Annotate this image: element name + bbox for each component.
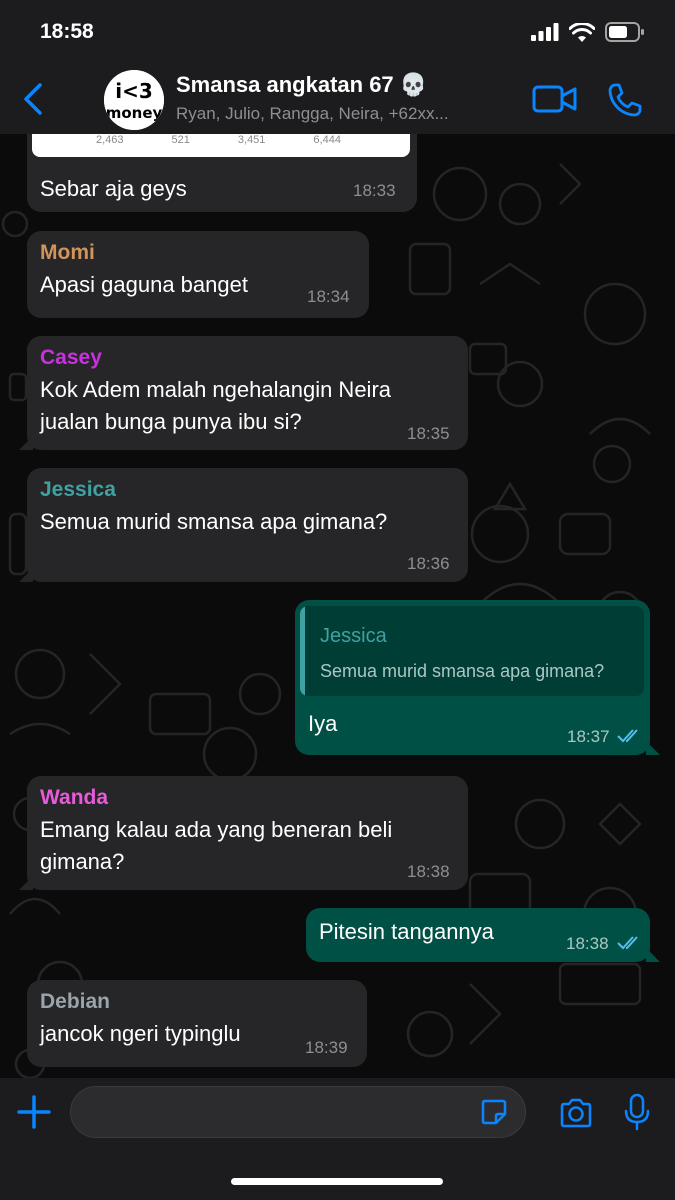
camera-icon[interactable] (559, 1098, 593, 1128)
group-members[interactable]: Ryan, Julio, Rangga, Neira, +62xx... (176, 104, 511, 124)
message-time: 18:34 (307, 287, 350, 306)
message-bubble[interactable]: Debian jancok ngeri typinglu 18:39 (27, 980, 367, 1067)
preview-stat: 6,444 (313, 134, 341, 146)
quoted-message[interactable]: Jessica Semua murid smansa apa gimana? (300, 606, 644, 696)
home-indicator[interactable] (231, 1178, 443, 1185)
sender-name: Wanda (40, 786, 109, 809)
group-title[interactable]: Smansa angkatan 67 💀 (176, 72, 427, 98)
video-call-icon[interactable] (532, 84, 578, 114)
chat-area[interactable]: 2,463 521 3,451 6,444 Sebar aja geys 18:… (0, 134, 675, 1078)
message-time: 18:38 (407, 862, 450, 881)
message-bubble-outgoing[interactable]: Jessica Semua murid smansa apa gimana? I… (295, 600, 660, 755)
message-text-line: Emang kalau ada yang beneran beli (40, 817, 393, 842)
avatar-text-top: i<3 (115, 79, 153, 103)
preview-stat: 521 (171, 134, 190, 146)
message-time: 18:38 (566, 934, 609, 953)
message-text: Sebar aja geys (40, 176, 187, 201)
group-avatar[interactable]: i<3 money (104, 70, 164, 130)
message-bubble[interactable]: 2,463 521 3,451 6,444 Sebar aja geys 18:… (27, 134, 417, 212)
battery-icon (605, 22, 644, 42)
sender-name: Debian (40, 990, 111, 1013)
message-text-line: jualan bunga punya ibu si? (40, 409, 302, 434)
read-receipt-icon (617, 936, 638, 950)
message-input-bar (0, 1078, 675, 1200)
message-bubble[interactable]: Momi Apasi gaguna banget 18:34 (27, 231, 369, 318)
message-bubble[interactable]: Casey Kok Adem malah ngehalangin Neira j… (19, 336, 468, 450)
read-receipt-icon (617, 729, 638, 743)
message-bubble-outgoing[interactable]: Pitesin tangannya 18:38 (306, 908, 660, 962)
quoted-sender: Jessica (320, 625, 387, 647)
message-text: Apasi gaguna banget (40, 272, 248, 297)
sender-name: Jessica (40, 478, 116, 501)
sender-name: Casey (40, 346, 102, 369)
chat-header: i<3 money Smansa angkatan 67 💀 Ryan, Jul… (0, 62, 675, 135)
phone-call-icon[interactable] (607, 82, 643, 118)
message-bubble[interactable]: Wanda Emang kalau ada yang beneran beli … (19, 776, 468, 890)
message-time: 18:37 (567, 727, 610, 746)
status-icons (531, 22, 645, 42)
preview-stat: 2,463 (96, 134, 124, 146)
link-preview-card[interactable]: 2,463 521 3,451 6,444 (32, 134, 410, 157)
preview-stat: 3,451 (237, 134, 266, 146)
status-time: 18:58 (40, 20, 94, 43)
back-chevron-icon[interactable] (20, 82, 48, 116)
message-input[interactable] (70, 1086, 526, 1138)
message-text-line: Kok Adem malah ngehalangin Neira (40, 377, 392, 402)
plus-icon[interactable] (17, 1095, 51, 1129)
microphone-icon[interactable] (624, 1093, 650, 1131)
message-time: 18:33 (353, 181, 396, 200)
status-bar: 18:58 (0, 0, 675, 62)
sender-name: Momi (40, 241, 95, 264)
sticker-icon[interactable] (481, 1099, 507, 1125)
message-time: 18:36 (407, 554, 450, 573)
wifi-icon (569, 22, 595, 42)
preview-stats: 2,463 521 3,451 6,444 (96, 134, 341, 146)
message-text: Iya (308, 711, 338, 736)
message-bubble[interactable]: Jessica Semua murid smansa apa gimana? 1… (19, 468, 468, 582)
message-time: 18:35 (407, 424, 450, 443)
message-text: jancok ngeri typinglu (40, 1021, 241, 1046)
quoted-text: Semua murid smansa apa gimana? (320, 661, 605, 681)
avatar-text-bottom: money (106, 104, 163, 122)
cellular-signal-icon (531, 23, 559, 41)
group-avatar-image: i<3 money (104, 70, 164, 130)
message-text: Pitesin tangannya (319, 919, 494, 944)
message-text-line: gimana? (40, 849, 125, 874)
message-text: Semua murid smansa apa gimana? (40, 509, 388, 534)
message-time: 18:39 (305, 1038, 348, 1057)
